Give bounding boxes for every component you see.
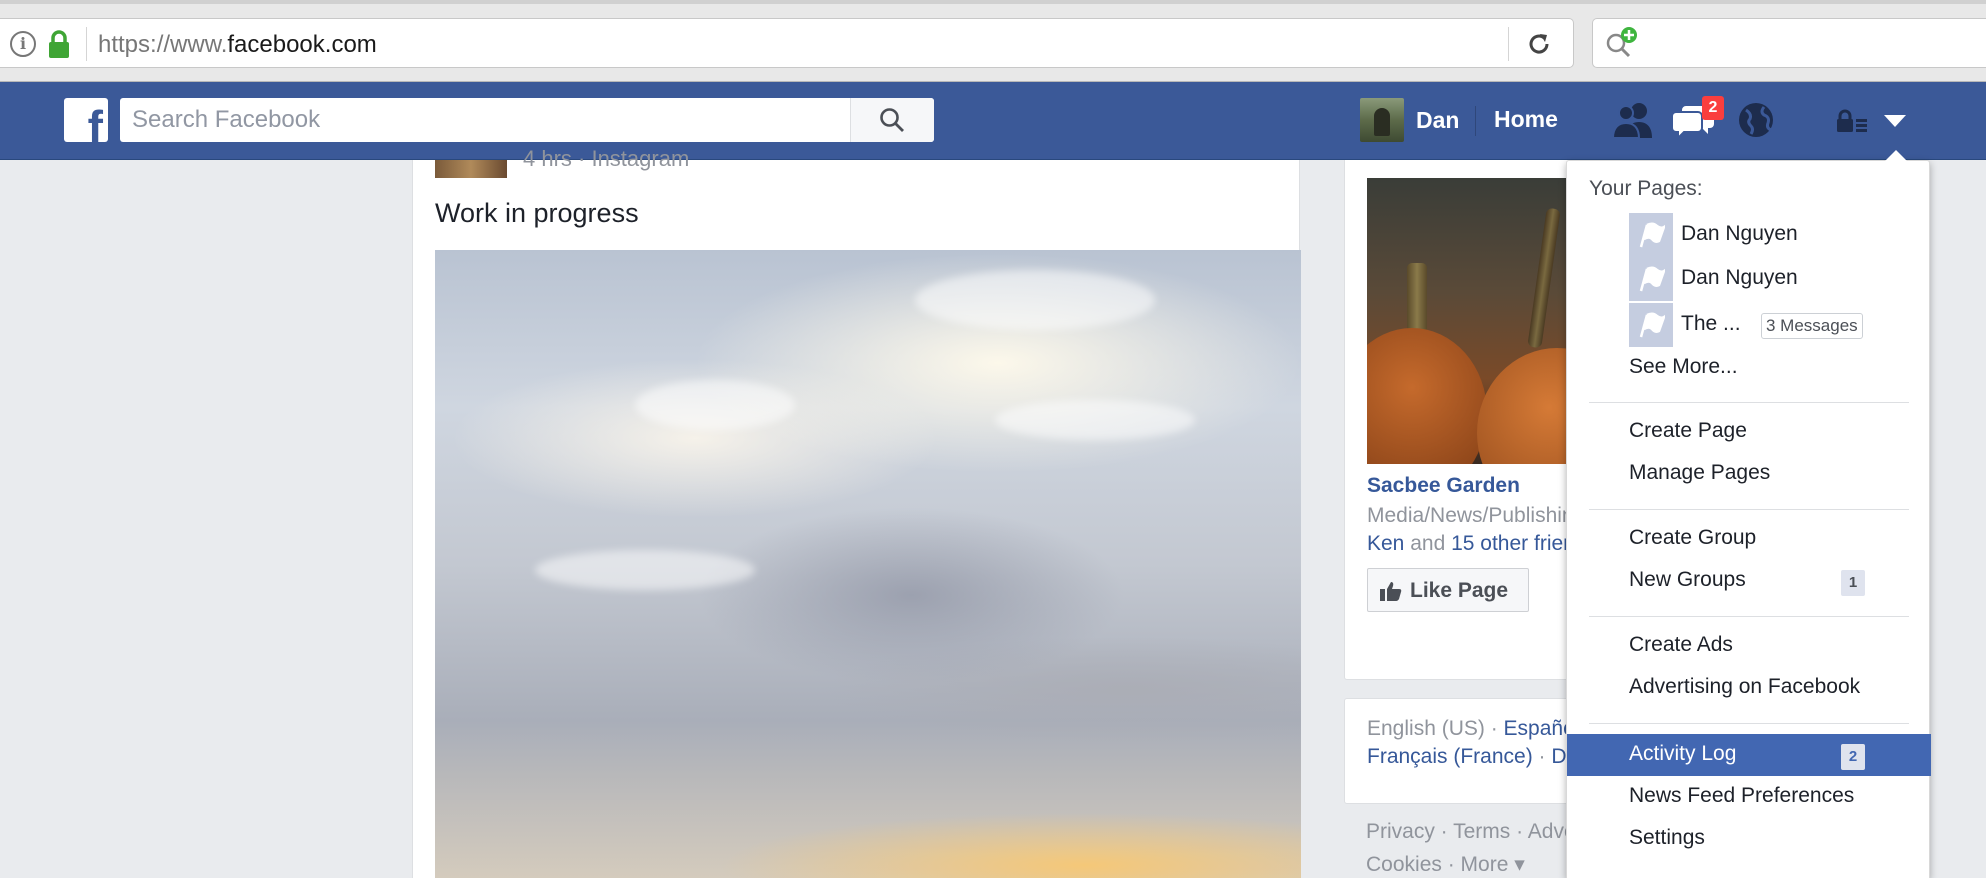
info-icon[interactable]: i — [10, 31, 36, 57]
divider — [1508, 27, 1509, 61]
facebook-logo-icon[interactable]: f — [64, 98, 108, 142]
post-author-avatar[interactable] — [435, 160, 507, 178]
activity-log-item[interactable]: Activity Log 2 — [1567, 734, 1931, 776]
avatar — [1360, 98, 1404, 142]
post-photo[interactable] — [435, 250, 1301, 878]
page-name: Dan Nguyen — [1681, 266, 1798, 289]
browser-search-bar[interactable] — [1592, 18, 1986, 68]
tab-strip — [0, 0, 1986, 4]
page-flag-icon — [1629, 257, 1673, 301]
settings-item[interactable]: Settings — [1567, 818, 1931, 860]
advertising-item[interactable]: Advertising on Facebook — [1567, 667, 1931, 709]
new-groups-count: 1 — [1841, 570, 1865, 596]
suggested-page-name[interactable]: Sacbee Garden — [1367, 474, 1520, 498]
new-groups-item[interactable]: New Groups 1 — [1567, 560, 1931, 602]
friend-link[interactable]: Ken — [1367, 532, 1404, 555]
create-page-item[interactable]: Create Page — [1567, 411, 1931, 453]
language-link[interactable]: Français (France) — [1367, 745, 1533, 768]
lock-icon — [49, 30, 69, 58]
manage-pages-item[interactable]: Manage Pages — [1567, 453, 1931, 495]
notifications-globe-icon[interactable] — [1736, 100, 1776, 140]
news-feed-preferences-item[interactable]: News Feed Preferences — [1567, 776, 1931, 818]
suggested-page-category: Media/News/Publishing — [1367, 504, 1586, 527]
home-link[interactable]: Home — [1494, 106, 1558, 133]
account-dropdown-menu: Your Pages: Dan Nguyen Dan Nguyen The ..… — [1566, 160, 1931, 878]
messages-count-badge: 3 Messages — [1761, 313, 1863, 339]
suggested-page-card: Sacbee Garden Media/News/Publishing Ken … — [1344, 160, 1601, 680]
search-icon — [880, 108, 904, 132]
create-ads-item[interactable]: Create Ads — [1567, 625, 1931, 667]
post-meta: 4 hrs · Instagram — [523, 146, 690, 171]
language-line-1: English (US) · Español — [1367, 717, 1580, 740]
language-selector-card: English (US) · Español Français (France)… — [1344, 698, 1600, 804]
facebook-search — [120, 98, 934, 142]
address-bar[interactable]: i https://www.facebook.com — [0, 18, 1574, 68]
like-page-button[interactable]: Like Page — [1367, 568, 1529, 612]
divider — [1589, 509, 1909, 510]
create-group-item[interactable]: Create Group — [1567, 518, 1931, 560]
thumbs-up-icon — [1380, 582, 1402, 601]
friend-requests-icon[interactable] — [1610, 100, 1656, 140]
browser-toolbar: i https://www.facebook.com — [0, 0, 1986, 82]
page-flag-icon — [1629, 303, 1673, 347]
page-name: The ... — [1681, 312, 1741, 335]
post-text: Work in progress — [435, 198, 639, 228]
messages-badge: 2 — [1702, 96, 1724, 120]
url-text[interactable]: https://www.facebook.com — [98, 31, 377, 59]
search-button[interactable] — [850, 98, 934, 142]
reload-icon[interactable] — [1524, 29, 1554, 59]
suggested-page-friends: Ken and 15 other friends — [1367, 532, 1598, 555]
divider — [1589, 402, 1909, 403]
divider — [1475, 106, 1476, 136]
privacy-shortcuts-icon[interactable] — [1836, 108, 1868, 134]
page-item[interactable]: Dan Nguyen — [1629, 213, 1919, 257]
activity-log-count: 2 — [1841, 744, 1865, 770]
page-flag-icon — [1629, 213, 1673, 257]
footer-links[interactable]: Cookies · More ▾ — [1366, 852, 1525, 877]
search-engine-icon[interactable] — [1603, 25, 1643, 61]
divider — [1589, 616, 1909, 617]
facebook-header: f Dan Home 2 — [0, 82, 1986, 160]
page-item[interactable]: The ... 3 Messages — [1629, 303, 1919, 347]
feed-post: 4 hrs · Instagram Work in progress — [412, 146, 1301, 878]
profile-name: Dan — [1416, 107, 1460, 133]
divider — [1589, 723, 1909, 724]
see-more-link[interactable]: See More... — [1567, 347, 1931, 389]
your-pages-heading: Your Pages: — [1589, 177, 1703, 200]
divider — [86, 27, 87, 61]
page-name: Dan Nguyen — [1681, 222, 1798, 245]
account-menu-arrow-icon[interactable] — [1882, 110, 1908, 130]
page-item[interactable]: Dan Nguyen — [1629, 257, 1919, 301]
search-input[interactable] — [120, 98, 850, 142]
menu-caret — [1884, 150, 1908, 162]
